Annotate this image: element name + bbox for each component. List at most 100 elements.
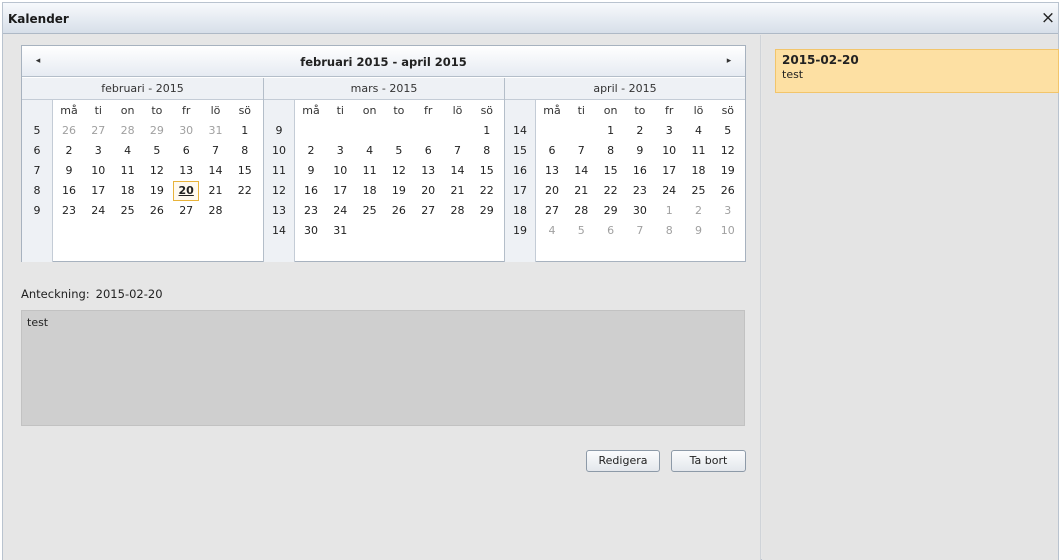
day-cell[interactable]: 4	[686, 121, 712, 141]
day-cell[interactable]: 22	[232, 181, 258, 201]
delete-button[interactable]: Ta bort	[671, 450, 746, 472]
day-cell[interactable]: 7	[568, 141, 594, 161]
day-cell[interactable]: 6	[173, 141, 199, 161]
day-cell[interactable]: 1	[474, 121, 500, 141]
day-cell[interactable]: 3	[656, 121, 682, 141]
day-cell[interactable]: 16	[56, 181, 82, 201]
day-cell[interactable]: 27	[173, 201, 199, 221]
day-cell[interactable]: 30	[627, 201, 653, 221]
day-cell[interactable]: 12	[144, 161, 170, 181]
day-cell[interactable]: 9	[298, 161, 324, 181]
day-cell[interactable]: 14	[203, 161, 229, 181]
day-cell[interactable]: 11	[357, 161, 383, 181]
day-cell[interactable]: 24	[656, 181, 682, 201]
day-cell[interactable]: 28	[445, 201, 471, 221]
day-cell[interactable]: 11	[115, 161, 141, 181]
day-cell[interactable]: 16	[298, 181, 324, 201]
day-cell[interactable]: 18	[357, 181, 383, 201]
selected-day-cell[interactable]: 20	[173, 181, 200, 201]
day-cell[interactable]: 4	[539, 221, 565, 241]
day-cell[interactable]: 7	[627, 221, 653, 241]
day-cell[interactable]: 3	[327, 141, 353, 161]
day-cell[interactable]: 3	[715, 201, 741, 221]
day-cell[interactable]: 8	[232, 141, 258, 161]
day-cell[interactable]: 13	[173, 161, 199, 181]
day-cell[interactable]: 4	[115, 141, 141, 161]
day-cell[interactable]: 19	[144, 181, 170, 201]
day-cell[interactable]: 24	[327, 201, 353, 221]
next-month-icon[interactable]: ▸	[722, 54, 736, 68]
day-cell[interactable]: 22	[598, 181, 624, 201]
day-cell[interactable]: 5	[144, 141, 170, 161]
day-cell[interactable]: 9	[56, 161, 82, 181]
day-cell[interactable]: 16	[627, 161, 653, 181]
note-list-item[interactable]: 2015-02-20 test	[775, 49, 1059, 93]
note-text-area[interactable]: test	[21, 310, 745, 426]
day-cell[interactable]: 9	[627, 141, 653, 161]
day-cell[interactable]: 18	[686, 161, 712, 181]
day-cell[interactable]: 26	[386, 201, 412, 221]
day-cell[interactable]: 10	[715, 221, 741, 241]
day-cell[interactable]: 1	[232, 121, 258, 141]
day-cell[interactable]: 3	[85, 141, 111, 161]
close-icon[interactable]: ×	[1039, 8, 1057, 28]
day-cell[interactable]: 13	[539, 161, 565, 181]
day-cell[interactable]: 26	[56, 121, 82, 141]
day-cell[interactable]: 20	[415, 181, 441, 201]
day-cell[interactable]: 25	[357, 201, 383, 221]
day-cell[interactable]: 21	[203, 181, 229, 201]
day-cell[interactable]: 17	[656, 161, 682, 181]
day-cell[interactable]: 8	[598, 141, 624, 161]
day-cell[interactable]: 17	[327, 181, 353, 201]
day-cell[interactable]: 1	[656, 201, 682, 221]
day-cell[interactable]: 5	[715, 121, 741, 141]
day-cell[interactable]: 29	[144, 121, 170, 141]
day-cell[interactable]: 21	[568, 181, 594, 201]
day-cell[interactable]: 29	[474, 201, 500, 221]
day-cell[interactable]: 24	[85, 201, 111, 221]
day-cell[interactable]: 20	[539, 181, 565, 201]
day-cell[interactable]: 30	[298, 221, 324, 241]
day-cell[interactable]: 5	[386, 141, 412, 161]
day-cell[interactable]: 18	[115, 181, 141, 201]
day-cell[interactable]: 22	[474, 181, 500, 201]
day-cell[interactable]: 31	[203, 121, 229, 141]
day-cell[interactable]: 12	[715, 141, 741, 161]
day-cell[interactable]: 28	[115, 121, 141, 141]
day-cell[interactable]: 26	[144, 201, 170, 221]
day-cell[interactable]: 9	[686, 221, 712, 241]
day-cell[interactable]: 26	[715, 181, 741, 201]
day-cell[interactable]: 6	[598, 221, 624, 241]
day-cell[interactable]: 27	[415, 201, 441, 221]
day-cell[interactable]: 29	[598, 201, 624, 221]
day-cell[interactable]: 10	[656, 141, 682, 161]
day-cell[interactable]: 6	[539, 141, 565, 161]
day-cell[interactable]: 1	[598, 121, 624, 141]
day-cell[interactable]: 11	[686, 141, 712, 161]
day-cell[interactable]: 17	[85, 181, 111, 201]
day-cell[interactable]: 30	[173, 121, 199, 141]
day-cell[interactable]: 25	[686, 181, 712, 201]
day-cell[interactable]: 8	[474, 141, 500, 161]
day-cell[interactable]: 15	[232, 161, 258, 181]
day-cell[interactable]: 13	[415, 161, 441, 181]
day-cell[interactable]: 5	[568, 221, 594, 241]
day-cell[interactable]: 2	[56, 141, 82, 161]
day-cell[interactable]: 8	[656, 221, 682, 241]
day-cell[interactable]: 23	[298, 201, 324, 221]
day-cell[interactable]: 25	[115, 201, 141, 221]
day-cell[interactable]: 2	[686, 201, 712, 221]
day-cell[interactable]: 15	[598, 161, 624, 181]
day-cell[interactable]: 19	[715, 161, 741, 181]
day-cell[interactable]: 2	[627, 121, 653, 141]
day-cell[interactable]: 4	[357, 141, 383, 161]
day-cell[interactable]: 27	[539, 201, 565, 221]
day-cell[interactable]: 27	[85, 121, 111, 141]
day-cell[interactable]: 14	[568, 161, 594, 181]
day-cell[interactable]: 28	[203, 201, 229, 221]
day-cell[interactable]: 28	[568, 201, 594, 221]
day-cell[interactable]: 19	[386, 181, 412, 201]
day-cell[interactable]: 23	[56, 201, 82, 221]
day-cell[interactable]: 14	[445, 161, 471, 181]
day-cell[interactable]: 15	[474, 161, 500, 181]
